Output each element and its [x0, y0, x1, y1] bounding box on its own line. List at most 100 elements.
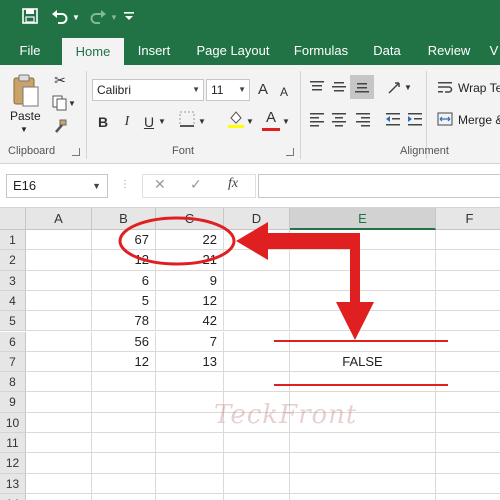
- cell-e3[interactable]: [290, 270, 436, 291]
- cell-c8[interactable]: [156, 372, 224, 393]
- cell-a10[interactable]: [26, 412, 92, 433]
- row-header-4[interactable]: 4: [0, 290, 26, 312]
- column-header-d[interactable]: D: [224, 208, 290, 230]
- cell-c13[interactable]: [156, 473, 224, 494]
- cell-e13[interactable]: [290, 473, 436, 494]
- font-color-icon[interactable]: A: [262, 109, 280, 127]
- row-header-1[interactable]: 1: [0, 230, 26, 251]
- resize-handle-icon[interactable]: ⋮: [120, 179, 130, 190]
- align-right-icon[interactable]: [354, 111, 372, 131]
- cell-d4[interactable]: [224, 290, 290, 312]
- clipboard-launcher-icon[interactable]: [72, 148, 80, 156]
- cell-c4[interactable]: 12: [156, 290, 224, 312]
- top-align-icon[interactable]: [308, 79, 326, 99]
- grow-font-icon[interactable]: A: [254, 81, 272, 99]
- cell-a14[interactable]: [26, 493, 92, 500]
- cell-e6[interactable]: [290, 331, 436, 352]
- paste-dropdown-icon[interactable]: ▼: [20, 125, 28, 134]
- cell-d11[interactable]: [224, 433, 290, 454]
- cell-c1[interactable]: 22: [156, 230, 224, 251]
- cell-d7[interactable]: [224, 351, 290, 373]
- cell-f14[interactable]: [436, 494, 500, 500]
- cell-b10[interactable]: [92, 412, 156, 433]
- cell-f11[interactable]: [436, 433, 500, 454]
- row-header-8[interactable]: 8: [0, 372, 26, 393]
- cell-a9[interactable]: [26, 392, 92, 413]
- formula-input[interactable]: [258, 174, 500, 198]
- paste-button[interactable]: Paste: [10, 109, 41, 123]
- cell-b3[interactable]: 6: [92, 270, 156, 291]
- cell-f12[interactable]: [436, 453, 500, 474]
- cell-a11[interactable]: [26, 433, 92, 454]
- cell-b12[interactable]: [92, 453, 156, 474]
- copy-icon[interactable]: [50, 95, 70, 115]
- format-painter-icon[interactable]: [50, 119, 70, 139]
- wrap-text-button[interactable]: Wrap Te: [458, 81, 500, 95]
- cell-e2[interactable]: [290, 250, 436, 271]
- redo-dropdown-icon[interactable]: ▼: [110, 8, 118, 28]
- cell-f3[interactable]: [436, 271, 500, 291]
- underline-button[interactable]: U: [142, 113, 156, 131]
- borders-dropdown-icon[interactable]: ▼: [198, 113, 206, 131]
- copy-dropdown-icon[interactable]: ▼: [68, 95, 76, 113]
- cell-f10[interactable]: [436, 413, 500, 433]
- cell-d5[interactable]: [224, 311, 290, 332]
- row-header-11[interactable]: 11: [0, 433, 26, 454]
- save-icon[interactable]: [20, 8, 40, 28]
- cell-d6[interactable]: [224, 331, 290, 352]
- cell-e5[interactable]: [290, 311, 436, 332]
- cell-b1[interactable]: 67: [92, 230, 156, 251]
- bold-button[interactable]: B: [96, 113, 110, 131]
- decrease-indent-icon[interactable]: [384, 111, 402, 131]
- cell-e8[interactable]: [290, 372, 436, 393]
- row-header-13[interactable]: 13: [0, 473, 26, 494]
- fill-color-dropdown-icon[interactable]: ▼: [246, 113, 254, 131]
- row-header-12[interactable]: 12: [0, 453, 26, 474]
- cell-a5[interactable]: [26, 311, 92, 332]
- tab-review[interactable]: Review: [418, 36, 480, 65]
- cell-d2[interactable]: [224, 250, 290, 271]
- cell-d14[interactable]: [224, 493, 290, 500]
- row-header-6[interactable]: 6: [0, 331, 26, 352]
- cell-e11[interactable]: [290, 433, 436, 454]
- cell-c5[interactable]: 42: [156, 311, 224, 332]
- tab-file[interactable]: File: [8, 36, 52, 65]
- merge-center-button[interactable]: Merge &: [458, 113, 500, 127]
- row-header-5[interactable]: 5: [0, 311, 26, 332]
- row-header-14[interactable]: 14: [0, 493, 26, 500]
- cell-d12[interactable]: [224, 453, 290, 474]
- font-color-dropdown-icon[interactable]: ▼: [282, 113, 290, 131]
- cell-f7[interactable]: [436, 352, 500, 373]
- cell-b7[interactable]: 12: [92, 351, 156, 373]
- cell-e7[interactable]: FALSE: [290, 351, 436, 373]
- tab-formulas[interactable]: Formulas: [286, 36, 356, 65]
- increase-indent-icon[interactable]: [406, 111, 424, 131]
- row-header-9[interactable]: 9: [0, 392, 26, 413]
- borders-icon[interactable]: [176, 111, 198, 131]
- cell-d8[interactable]: [224, 372, 290, 393]
- cell-b4[interactable]: 5: [92, 290, 156, 312]
- cell-d1[interactable]: [224, 230, 290, 251]
- cell-f2[interactable]: [436, 250, 500, 271]
- cell-e14[interactable]: [290, 493, 436, 500]
- fill-color-icon[interactable]: [226, 109, 246, 133]
- merge-center-icon[interactable]: [436, 111, 454, 131]
- cell-b8[interactable]: [92, 372, 156, 393]
- middle-align-icon[interactable]: [330, 79, 348, 99]
- font-launcher-icon[interactable]: [286, 148, 294, 156]
- cell-f8[interactable]: [436, 372, 500, 393]
- cell-a7[interactable]: [26, 351, 92, 373]
- font-size-combo[interactable]: 11 ▼: [206, 79, 250, 101]
- cell-c2[interactable]: 21: [156, 250, 224, 271]
- select-all-corner[interactable]: [0, 208, 26, 230]
- cell-c6[interactable]: 7: [156, 331, 224, 352]
- tab-data[interactable]: Data: [364, 36, 410, 65]
- row-header-7[interactable]: 7: [0, 351, 26, 373]
- wrap-text-icon[interactable]: [436, 79, 454, 99]
- column-header-e[interactable]: E: [290, 208, 436, 230]
- cell-b14[interactable]: [92, 493, 156, 500]
- column-header-c[interactable]: C: [156, 208, 224, 230]
- row-header-3[interactable]: 3: [0, 270, 26, 291]
- cell-b9[interactable]: [92, 392, 156, 413]
- paste-icon[interactable]: [8, 73, 44, 113]
